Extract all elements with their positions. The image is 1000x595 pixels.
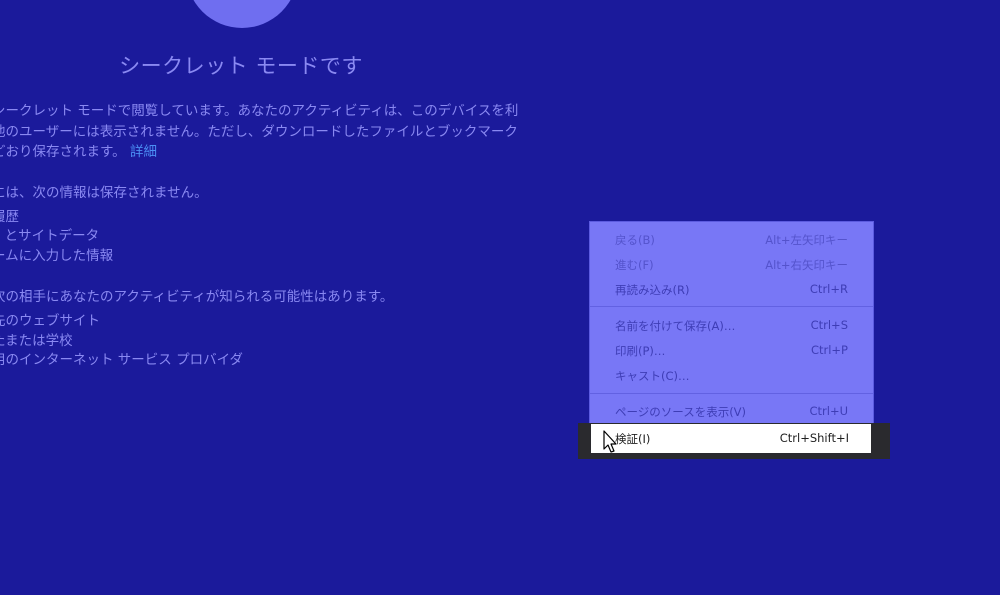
visible-to-list: 先のウェブサイト たまたは学校 用のインターネット サービス プロバイダ	[0, 312, 532, 371]
menu-item-label: 検証(I)	[615, 432, 651, 446]
intro-line-text: どおり保存されます。	[0, 144, 126, 160]
menu-item-save-as[interactable]: 名前を付けて保存(A)… Ctrl+S	[615, 318, 848, 334]
menu-item-label: 名前を付けて保存(A)…	[615, 319, 736, 333]
menu-item-shortcut: Ctrl+R	[809, 282, 848, 296]
intro-line: どおり保存されます。 詳細	[0, 142, 532, 163]
intro-line: シークレット モードで閲覧しています。あなたのアクティビティは、このデバイスを利	[0, 103, 519, 119]
incognito-description: シークレット モードで閲覧しています。あなたのアクティビティは、このデバイスを利…	[0, 101, 532, 392]
menu-item-cast[interactable]: キャスト(C)…	[615, 368, 848, 384]
menu-item-back[interactable]: 戻る(B) Alt+左矢印キー	[615, 232, 848, 248]
menu-separator	[590, 306, 873, 307]
incognito-page: シークレット モードです シークレット モードで閲覧しています。あなたのアクティ…	[0, 0, 1000, 595]
intro-line: 他のユーザーには表示されません。ただし、ダウンロードしたファイルとブックマーク	[0, 123, 518, 140]
arrow-cursor-icon	[603, 430, 617, 453]
menu-item-shortcut: Ctrl+U	[809, 404, 848, 418]
context-menu: 戻る(B) Alt+左矢印キー 進む(F) Alt+右矢印キー 再読み込み(R)…	[590, 222, 873, 452]
list-item: ームに入力した情報	[0, 247, 114, 264]
menu-item-label: 進む(F)	[615, 258, 654, 272]
menu-item-shortcut: Ctrl+S	[810, 318, 848, 332]
visible-to-heading: 次の相手にあなたのアクティビティが知られる可能性はあります。	[0, 289, 394, 305]
menu-item-forward[interactable]: 進む(F) Alt+右矢印キー	[615, 257, 848, 273]
menu-item-shortcut: Ctrl+P	[810, 343, 848, 357]
incognito-avatar-icon	[186, 0, 298, 28]
menu-item-shortcut: Alt+左矢印キー	[765, 233, 848, 247]
list-item: e とサイトデータ	[0, 228, 100, 244]
menu-separator	[590, 393, 873, 394]
menu-item-inspect[interactable]: 検証(I) Ctrl+Shift+I	[591, 424, 871, 453]
menu-item-label: 戻る(B)	[615, 233, 655, 247]
learn-more-link[interactable]: 詳細	[130, 144, 157, 160]
menu-item-view-source[interactable]: ページのソースを表示(V) Ctrl+U	[615, 404, 848, 420]
list-item: 先のウェブサイト	[0, 313, 100, 329]
not-saved-list: 履歴 e とサイトデータ ームに入力した情報	[0, 208, 532, 267]
page-title: シークレット モードです	[119, 54, 363, 78]
menu-item-shortcut: Alt+右矢印キー	[765, 258, 848, 272]
menu-item-label: キャスト(C)…	[615, 369, 690, 383]
menu-item-label: 印刷(P)…	[615, 344, 666, 358]
menu-item-label: 再読み込み(R)	[615, 283, 690, 297]
menu-item-label: ページのソースを表示(V)	[615, 405, 747, 419]
list-item: たまたは学校	[0, 332, 73, 349]
menu-item-shortcut: Ctrl+Shift+I	[779, 431, 849, 445]
list-item: 履歴	[0, 208, 19, 225]
menu-item-print[interactable]: 印刷(P)… Ctrl+P	[615, 343, 848, 359]
not-saved-heading: には、次の情報は保存されません。	[0, 184, 208, 201]
menu-item-reload[interactable]: 再読み込み(R) Ctrl+R	[615, 282, 848, 298]
intro-paragraph: シークレット モードで閲覧しています。あなたのアクティビティは、このデバイスを利…	[0, 101, 532, 163]
menu-item-row: 検証(I) Ctrl+Shift+I	[615, 431, 849, 447]
list-item: 用のインターネット サービス プロバイダ	[0, 352, 244, 368]
